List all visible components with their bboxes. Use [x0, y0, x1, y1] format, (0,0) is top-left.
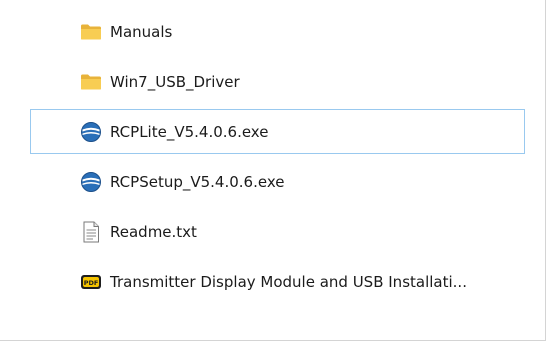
- file-item-rcpsetup-exe[interactable]: RCPSetup_V5.4.0.6.exe: [30, 159, 525, 204]
- executable-icon: [80, 121, 102, 143]
- file-list: Manuals Win7_USB_Driver RCPLite_V5.4.0.6…: [30, 9, 525, 309]
- folder-icon: [80, 71, 102, 93]
- file-name: Transmitter Display Module and USB Insta…: [110, 272, 467, 291]
- file-name: Readme.txt: [110, 222, 197, 241]
- file-name: RCPLite_V5.4.0.6.exe: [110, 122, 269, 141]
- svg-text:PDF: PDF: [84, 279, 99, 287]
- file-explorer-pane: Manuals Win7_USB_Driver RCPLite_V5.4.0.6…: [0, 0, 546, 341]
- file-item-transmitter-pdf[interactable]: PDF Transmitter Display Module and USB I…: [30, 259, 525, 304]
- file-item-rcplite-exe[interactable]: RCPLite_V5.4.0.6.exe: [30, 109, 525, 154]
- text-file-icon: [80, 221, 102, 243]
- pdf-file-icon: PDF: [80, 271, 102, 293]
- executable-icon: [80, 171, 102, 193]
- folder-icon: [80, 21, 102, 43]
- file-name: Win7_USB_Driver: [110, 72, 240, 91]
- file-item-manuals[interactable]: Manuals: [30, 9, 525, 54]
- file-item-readme-txt[interactable]: Readme.txt: [30, 209, 525, 254]
- file-item-win7-usb-driver[interactable]: Win7_USB_Driver: [30, 59, 525, 104]
- file-name: RCPSetup_V5.4.0.6.exe: [110, 172, 285, 191]
- file-name: Manuals: [110, 22, 173, 41]
